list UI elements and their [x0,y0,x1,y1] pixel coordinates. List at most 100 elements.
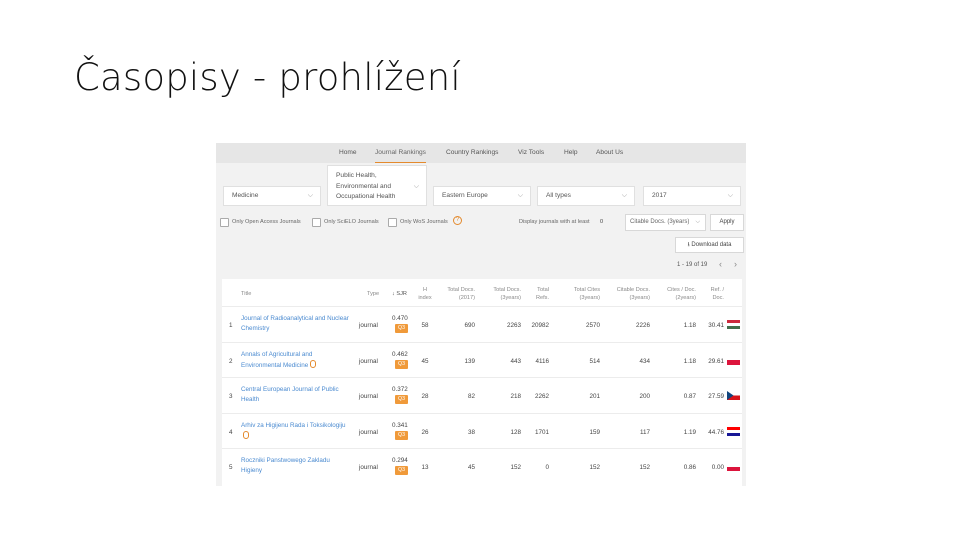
col-total-docs-year-line: (2017) [458,295,475,301]
col-ref-per-doc[interactable]: Ref. / Doc. [698,286,724,302]
czech-republic-flag-icon [727,391,740,400]
ref-per-doc-value: 30.41 [708,322,724,329]
region-value: Eastern Europe [442,192,488,199]
download-data-button[interactable]: ⭳ Download data [675,237,744,253]
col-citable-docs[interactable]: Citable Docs. (3years) [603,286,650,302]
cites-per-doc-value: 1.19 [683,428,696,436]
help-icon[interactable]: ? [453,216,462,225]
total-docs-year-value: 38 [467,428,475,436]
col-total-refs-line: Total [537,287,549,293]
chevron-right-icon: › [734,259,737,269]
cites-per-doc-value: 1.18 [683,322,696,329]
col-type[interactable]: Type [367,290,379,298]
sjr-value: 0.462 [392,350,408,358]
nav-viz-tools[interactable]: Viz Tools [518,143,544,163]
col-total-refs-line: Refs. [535,295,549,301]
journal-type: journal [359,428,378,436]
col-total-docs-year-line: Total Docs. [447,287,475,293]
row-rank: 5 [229,464,233,471]
region-select[interactable]: Eastern Europe ⌵ [433,186,531,206]
journal-title-link[interactable]: Central European Journal of Public Healt… [241,385,349,405]
open-access-label: Only Open Access Journals [232,219,301,225]
wos-checkbox[interactable] [388,218,397,227]
journal-title-link[interactable]: Roczniki Panstwowego Zakladu Higieny [241,456,349,476]
subject-category-line: Environmental and [336,182,391,190]
metric-value: Citable Docs. (3years) [630,219,690,225]
citable-docs-value: 434 [639,357,650,365]
nav-help[interactable]: Help [564,143,578,163]
total-docs-year-value: 82 [467,393,475,400]
col-ref-per-doc-line: Doc. [712,295,724,301]
previous-page-button[interactable]: ‹ [714,258,727,272]
next-page-button[interactable]: › [729,258,742,272]
metric-select[interactable]: Citable Docs. (3years) ⌵ [625,214,706,231]
col-total-refs[interactable]: Total Refs. [525,286,549,302]
display-threshold-input[interactable]: 0 [600,219,603,225]
journal-title-link[interactable]: Arhiv za Higijenu Rada i Toksikologiju [241,421,349,442]
quartile-badge: Q3 [395,324,408,333]
nav-home[interactable]: Home [339,143,357,163]
chevron-down-icon: ⌵ [621,192,627,199]
apply-button[interactable]: Apply [710,214,744,231]
total-cites-value: 152 [589,464,600,471]
ref-per-doc-value: 29.61 [708,357,724,365]
total-refs-value: 1701 [534,428,549,436]
journal-title-link[interactable]: Annals of Agricultural and Environmental… [241,350,349,371]
display-threshold-label: Display journals with at least [519,219,590,225]
journal-table: Title Type ↓ SJR Hindex Total Docs. (2017… [222,279,742,486]
table-row[interactable]: 3 Central European Journal of Public Heal… [222,377,742,412]
subject-category-select[interactable]: Public Health, Environmental and Occupat… [327,165,427,206]
croatia-flag-icon [727,426,740,436]
col-total-docs-year[interactable]: Total Docs. (2017) [432,286,475,302]
total-docs-3y-value: 218 [510,393,521,400]
quartile-badge: Q3 [395,430,408,440]
table-row[interactable]: 4 Arhiv za Higijenu Rada i Toksikologiju j… [222,412,742,448]
journal-type: journal [359,464,378,471]
open-access-checkbox[interactable] [220,218,229,227]
total-docs-3y-value: 2263 [506,322,521,329]
chevron-down-icon: ⌵ [695,219,700,225]
col-total-docs-3y-line: Total Docs. [493,287,521,293]
total-refs-value: 2262 [534,393,549,400]
cites-per-doc-value: 0.86 [683,464,696,471]
col-h-index-line: H [422,287,428,293]
col-total-docs-3y[interactable]: Total Docs. (3years) [477,286,521,302]
table-row[interactable]: 5 Roczniki Panstwowego Zakladu Higieny jou… [222,448,742,483]
ref-per-doc-value: 27.59 [708,393,724,400]
col-total-cites[interactable]: Total Cites (3years) [557,286,600,302]
table-row[interactable]: 2 Annals of Agricultural and Environmenta… [222,341,742,377]
wos-label: Only WoS Journals [400,219,448,225]
col-citable-docs-line: (3years) [629,295,650,301]
ref-per-doc-value: 44.76 [708,428,724,436]
total-docs-year-value: 45 [467,464,475,471]
type-select[interactable]: All types ⌵ [537,186,635,206]
subject-category-line: Public Health, [336,172,377,179]
journal-title-link[interactable]: Journal of Radioanalytical and Nuclear C… [241,314,349,334]
table-row[interactable]: 1 Journal of Radioanalytical and Nuclear … [222,306,742,341]
subject-area-value: Medicine [232,192,259,199]
total-cites-value: 514 [589,357,600,365]
scielo-checkbox[interactable] [312,218,321,227]
col-citable-docs-line: Citable Docs. [616,287,650,293]
pager-count: 1 - 19 of 19 [677,262,708,268]
subject-area-select[interactable]: Medicine ⌵ [223,186,321,206]
col-title[interactable]: Title [241,290,251,298]
nav-journal-rankings[interactable]: Journal Rankings [375,143,426,163]
nav-country-rankings[interactable]: Country Rankings [446,143,498,163]
quartile-badge: Q3 [395,466,408,475]
year-select[interactable]: 2017 ⌵ [643,186,741,206]
col-total-docs-3y-line: (3years) [500,295,521,301]
total-docs-3y-value: 443 [510,357,521,365]
subject-category-line: Occupational Health [336,193,396,200]
col-cites-per-doc[interactable]: Cites / Doc. (2years) [654,286,696,302]
sjr-value: 0.372 [392,386,408,393]
nav-about-us[interactable]: About Us [596,143,623,163]
row-rank: 1 [229,322,233,329]
col-sjr[interactable]: ↓ SJR [392,290,407,298]
journal-type: journal [359,393,378,400]
scielo-label: Only SciELO Journals [324,219,379,225]
cites-per-doc-value: 0.87 [683,393,696,400]
open-access-icon [310,359,317,368]
chevron-left-icon: ‹ [719,259,722,269]
total-refs-value: 4116 [535,357,549,365]
